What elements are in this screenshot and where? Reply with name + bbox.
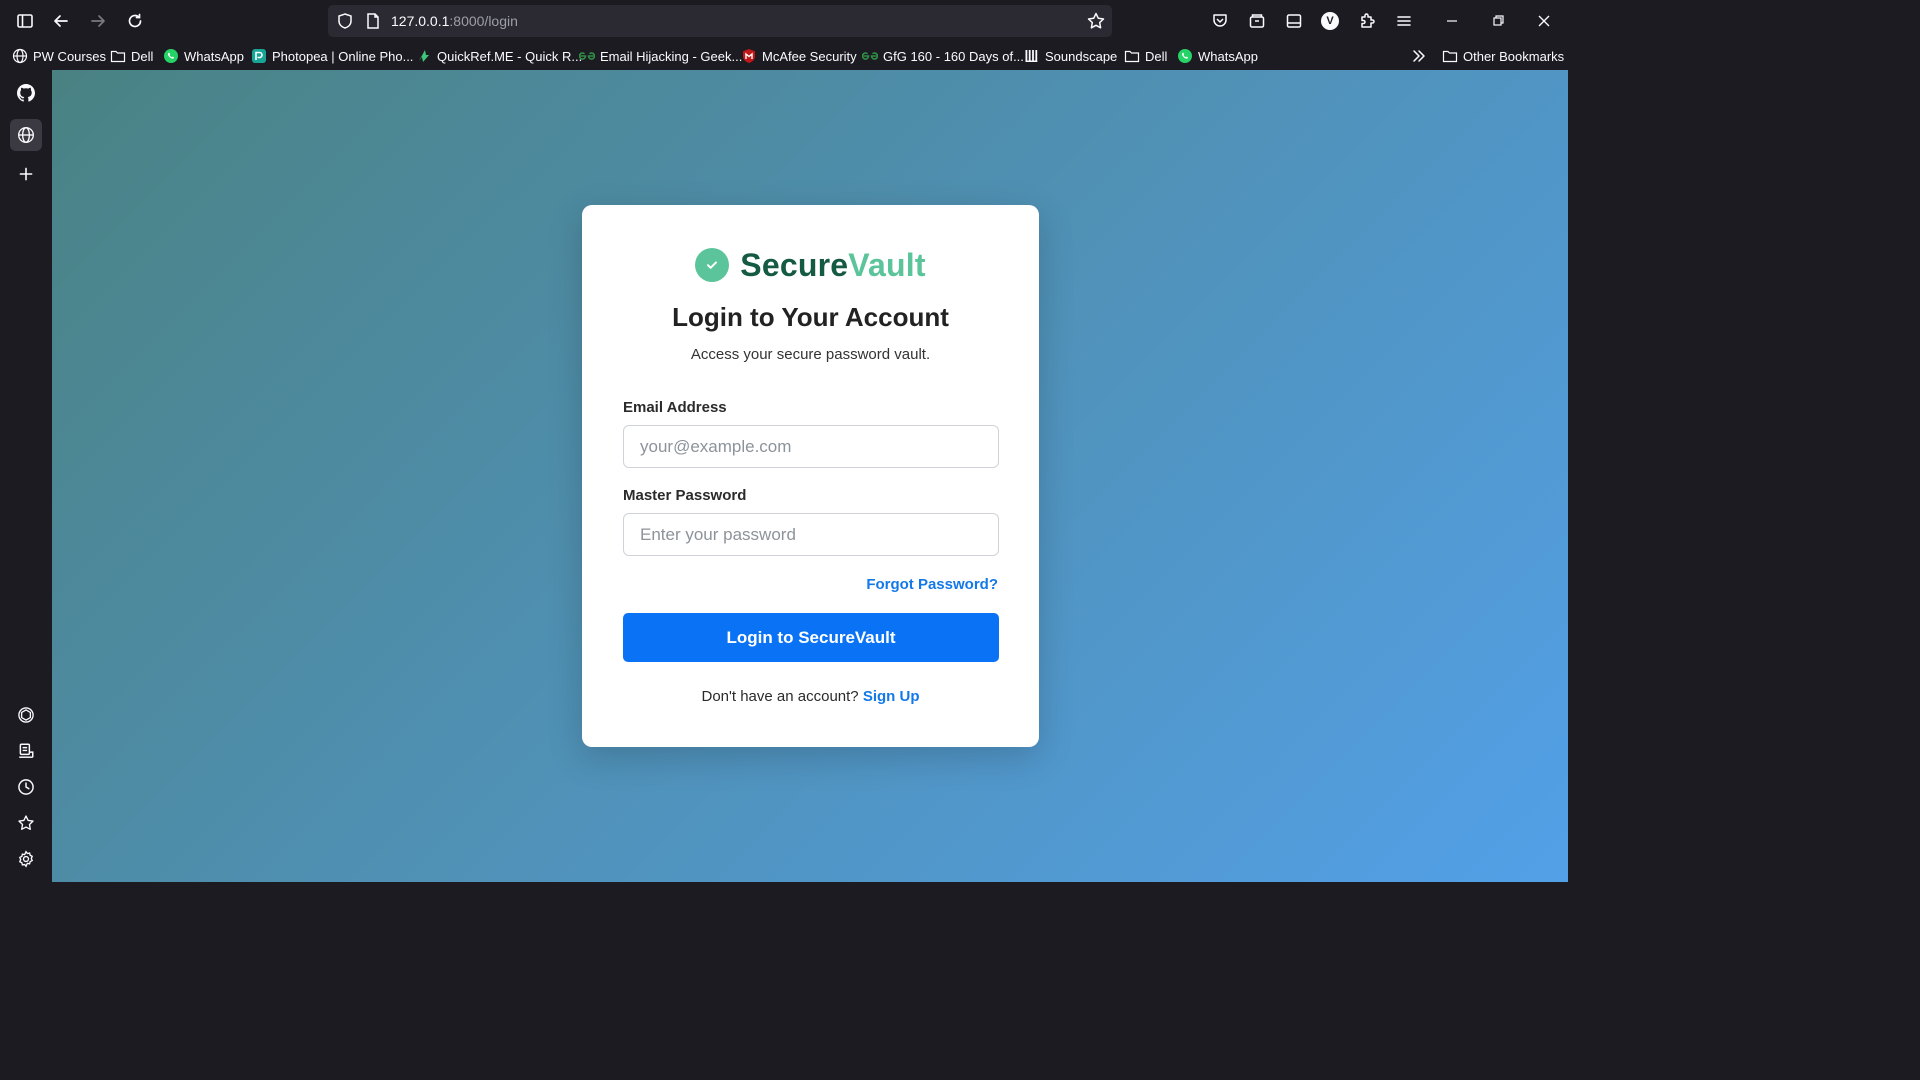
history-icon[interactable] [10,771,42,803]
brand-name: SecureVault [740,246,926,283]
settings-icon[interactable] [10,843,42,875]
reload-icon[interactable] [122,8,148,34]
bookmark-pw-courses[interactable]: PW Courses [12,46,106,66]
pocket-icon[interactable] [1207,8,1233,34]
folder-icon [110,48,126,64]
browser-toolbar: 127.0.0.1:8000/login V [0,0,1568,41]
page-content: SecureVault Login to Your Account Access… [52,70,1568,882]
gfg-icon [579,48,595,64]
bookmark-folder-dell-2[interactable]: Dell [1124,46,1167,66]
container-icon[interactable] [1244,8,1270,34]
bookmark-folder-dell[interactable]: Dell [110,46,153,66]
menu-icon[interactable] [1391,8,1417,34]
bookmark-email-hijacking[interactable]: Email Hijacking - Geek... [579,46,742,66]
bookmark-whatsapp[interactable]: WhatsApp [163,46,244,66]
whatsapp-icon [163,48,179,64]
login-button[interactable]: Login to SecureVault [623,613,999,662]
globe-icon [12,48,28,64]
folder-icon [1442,48,1458,64]
password-label: Master Password [623,487,747,504]
shield-check-icon [695,248,730,282]
password-field[interactable] [623,513,999,556]
bookmark-star-icon[interactable] [1086,11,1106,31]
mcafee-icon [741,48,757,64]
bookmark-panel-icon[interactable] [10,735,42,767]
chatgpt-icon[interactable] [10,699,42,731]
bookmark-photopea[interactable]: Photopea | Online Pho... [251,46,413,66]
bookmark-soundscape[interactable]: Soundscape [1024,46,1117,66]
folder-icon [1124,48,1140,64]
bookmarks-overflow-icon[interactable] [1411,46,1427,66]
sign-up-link[interactable]: Sign Up [863,688,920,705]
other-bookmarks[interactable]: Other Bookmarks [1442,46,1564,66]
back-icon[interactable] [48,8,74,34]
forward-icon[interactable] [85,8,111,34]
bookmark-gfg-160[interactable]: GfG 160 - 160 Days of... [862,46,1024,66]
sidebar-toggle-icon[interactable] [12,8,38,34]
bookmark-quickref[interactable]: QuickRef.ME - Quick R... [416,46,582,66]
plus-icon[interactable] [10,158,42,190]
email-label: Email Address [623,399,727,416]
page-subtitle: Access your secure password vault. [690,346,931,363]
page-info-icon[interactable] [364,12,382,30]
signup-prompt: Don't have an account? Sign Up [701,688,920,705]
whatsapp-icon [1177,48,1193,64]
photopea-icon [251,48,267,64]
email-field[interactable] [623,425,999,468]
star-icon[interactable] [10,807,42,839]
reader-view-icon[interactable] [1281,8,1307,34]
address-bar[interactable]: 127.0.0.1:8000/login [328,5,1112,37]
bookmarks-bar: PW Courses Dell WhatsApp Photopea | Onli… [0,41,1568,70]
brand-logo: SecureVault [582,245,1039,285]
account-icon[interactable]: V [1317,8,1343,34]
restore-icon[interactable] [1485,8,1511,34]
forgot-password-link[interactable]: Forgot Password? [866,576,998,593]
gfg-icon [862,48,878,64]
bookmark-whatsapp-2[interactable]: WhatsApp [1177,46,1258,66]
github-icon[interactable] [10,77,42,109]
browser-sidebar [0,70,52,882]
url-text[interactable]: 127.0.0.1:8000/login [391,13,518,29]
extensions-icon[interactable] [1354,8,1380,34]
bookmark-mcafee[interactable]: McAfee Security [741,46,857,66]
login-card: SecureVault Login to Your Account Access… [582,205,1039,747]
page-title: Login to Your Account [672,302,949,332]
globe-icon[interactable] [10,119,42,151]
minimize-icon[interactable] [1439,8,1465,34]
quickref-icon [416,48,432,64]
soundscape-icon [1024,48,1040,64]
tracking-shield-icon[interactable] [336,12,354,30]
close-icon[interactable] [1531,8,1557,34]
